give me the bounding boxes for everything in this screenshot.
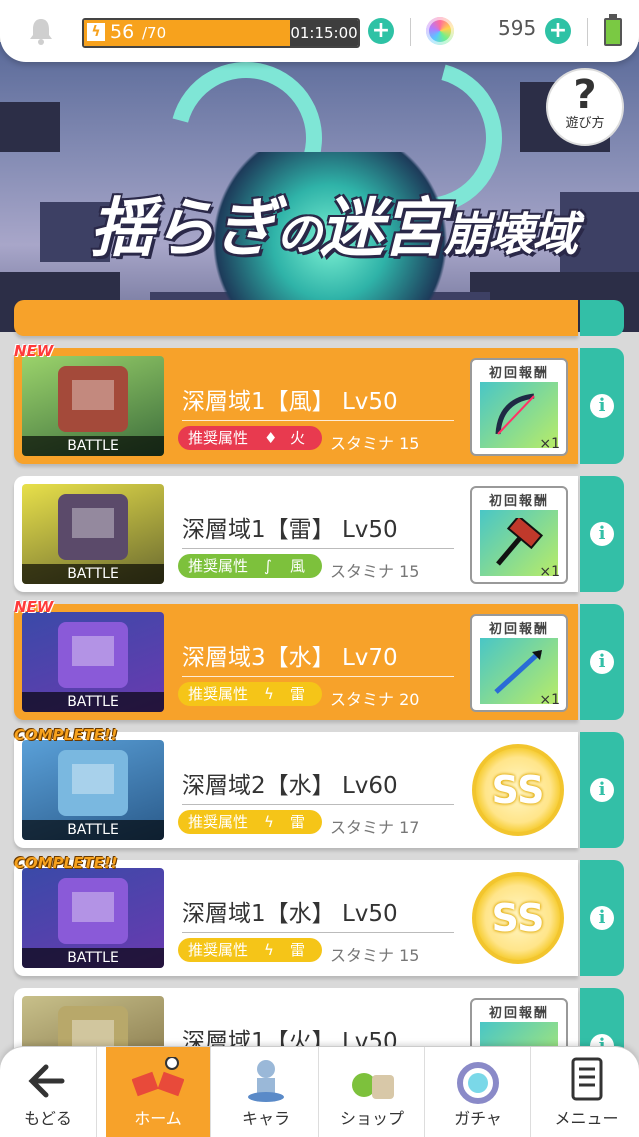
- info-icon: i: [590, 394, 614, 418]
- add-stamina-button[interactable]: +: [368, 18, 394, 44]
- stage-info-tab[interactable]: i: [580, 860, 624, 976]
- nav-gacha[interactable]: ガチャ: [426, 1047, 531, 1137]
- thunder-icon: ϟ: [264, 685, 274, 703]
- gem-count: 595: [498, 16, 537, 40]
- divider: [182, 804, 454, 805]
- nav-character[interactable]: キャラ: [214, 1047, 319, 1137]
- info-icon: i: [590, 522, 614, 546]
- battle-label: BATTLE: [22, 692, 164, 712]
- stamina-gauge: ϟ 56 /70 01:15:00: [82, 18, 360, 48]
- complete-tag: COMPLETE!!: [14, 854, 118, 872]
- enemy-thumbnail: BATTLE: [22, 868, 164, 968]
- recommended-attribute-pill: 推奨属性 ∫ 風: [178, 554, 322, 578]
- stage-info-tab[interactable]: i: [580, 604, 624, 720]
- recommended-attribute-pill: 推奨属性 ϟ 雷: [178, 938, 322, 962]
- stamina-bolt-icon: ϟ: [87, 23, 105, 41]
- gacha-icon: [457, 1062, 499, 1104]
- new-tag: NEW: [14, 598, 54, 616]
- back-arrow-icon: [28, 1064, 65, 1098]
- recommended-attribute-pill: 推奨属性 ♦ 火: [178, 426, 322, 450]
- nav-menu[interactable]: メニュー: [534, 1047, 639, 1137]
- divider: [182, 548, 454, 549]
- stage-title: 深層域2【水】 Lv60: [182, 773, 398, 799]
- stage-card[interactable]: BATTLE 深層域1【雷】 Lv50 推奨属性 ∫ 風 スタミナ 15 初回報…: [14, 476, 624, 592]
- home-icon: [132, 1057, 184, 1097]
- divider: [587, 18, 588, 46]
- wind-icon: ∫: [264, 557, 272, 575]
- thunder-icon: ϟ: [264, 813, 274, 831]
- first-clear-reward[interactable]: 初回報酬 ×1: [470, 486, 568, 584]
- enemy-thumbnail: BATTLE: [22, 484, 164, 584]
- stage-title: 深層域3【水】 Lv70: [182, 645, 398, 671]
- event-banner: 揺らぎの迷宮崩壊域: [0, 42, 639, 332]
- divider: [182, 420, 454, 421]
- stamina-current: 56: [110, 21, 135, 43]
- thunder-icon: ϟ: [264, 941, 274, 959]
- stage-card[interactable]: COMPLETE!! BATTLE 深層域2【水】 Lv60 推奨属性 ϟ 雷 …: [14, 726, 624, 848]
- stage-card[interactable]: NEW BATTLE 深層域1【風】 Lv50 推奨属性 ♦ 火 スタミナ 15…: [14, 342, 624, 464]
- character-icon: [248, 1060, 284, 1102]
- stamina-cost: スタミナ 20: [330, 690, 420, 709]
- enemy-sprite: [58, 494, 128, 560]
- recommended-attribute-pill: 推奨属性 ϟ 雷: [178, 682, 322, 706]
- enemy-thumbnail: BATTLE: [22, 612, 164, 712]
- gem-orb-icon: [426, 17, 454, 45]
- new-tag: NEW: [14, 342, 54, 360]
- enemy-thumbnail: BATTLE: [22, 740, 164, 840]
- fire-icon: ♦: [264, 429, 278, 447]
- info-icon: i: [590, 650, 614, 674]
- battle-label: BATTLE: [22, 948, 164, 968]
- shop-icon: [352, 1073, 394, 1099]
- stage-title: 深層域1【水】 Lv50: [182, 901, 398, 927]
- enemy-sprite: [58, 622, 128, 688]
- stage-card-partial: [14, 300, 624, 336]
- first-clear-reward[interactable]: 初回報酬 ×1: [470, 614, 568, 712]
- divider: [182, 676, 454, 677]
- divider: [410, 18, 411, 46]
- stage-info-tab[interactable]: i: [580, 348, 624, 464]
- stamina-cost: スタミナ 15: [330, 946, 420, 965]
- battle-label: BATTLE: [22, 564, 164, 584]
- stage-info-tab[interactable]: i: [580, 476, 624, 592]
- stamina-timer: 01:15:00: [290, 20, 358, 46]
- bottom-navigation: もどる ホーム キャラ ショップ ガチャ メニュー: [0, 1046, 639, 1137]
- how-to-play-label: 遊び方: [565, 116, 605, 131]
- add-gems-button[interactable]: +: [545, 18, 571, 44]
- recommended-attribute-pill: 推奨属性 ϟ 雷: [178, 810, 322, 834]
- complete-tag: COMPLETE!!: [14, 726, 118, 744]
- status-bar: ϟ 56 /70 01:15:00 + 595 +: [0, 0, 639, 62]
- stamina-cost: スタミナ 15: [330, 562, 420, 581]
- nav-home[interactable]: ホーム: [106, 1047, 211, 1137]
- battle-label: BATTLE: [22, 436, 164, 456]
- enemy-sprite: [58, 878, 128, 944]
- first-clear-reward[interactable]: 初回報酬 ×1: [470, 358, 568, 456]
- stamina-cost: スタミナ 15: [330, 434, 420, 453]
- battery-icon: [604, 14, 622, 46]
- menu-icon: [571, 1057, 602, 1101]
- enemy-sprite: [58, 750, 128, 816]
- divider: [182, 932, 454, 933]
- question-icon: ?: [573, 72, 597, 118]
- notification-bell-icon[interactable]: [26, 16, 56, 46]
- enemy-sprite: [58, 366, 128, 432]
- enemy-thumbnail: BATTLE: [22, 356, 164, 456]
- ss-rank-badge: SS: [472, 872, 564, 964]
- battle-label: BATTLE: [22, 820, 164, 840]
- info-icon: i: [590, 778, 614, 802]
- stage-info-tab[interactable]: i: [580, 732, 624, 848]
- ss-rank-badge: SS: [472, 744, 564, 836]
- stamina-max: /70: [142, 24, 167, 42]
- stage-title: 深層域1【風】 Lv50: [182, 389, 398, 415]
- stage-card[interactable]: COMPLETE!! BATTLE 深層域1【水】 Lv50 推奨属性 ϟ 雷 …: [14, 854, 624, 976]
- nav-shop[interactable]: ショップ: [320, 1047, 425, 1137]
- info-icon: i: [590, 906, 614, 930]
- how-to-play-button[interactable]: ? 遊び方: [546, 68, 624, 146]
- stage-card[interactable]: NEW BATTLE 深層域3【水】 Lv70 推奨属性 ϟ 雷 スタミナ 20…: [14, 598, 624, 720]
- pixel-block: [0, 102, 60, 152]
- nav-back[interactable]: もどる: [0, 1047, 97, 1137]
- banner-title: 揺らぎの迷宮崩壊域: [90, 191, 578, 266]
- stage-title: 深層域1【雷】 Lv50: [182, 517, 398, 543]
- stamina-cost: スタミナ 17: [330, 818, 420, 837]
